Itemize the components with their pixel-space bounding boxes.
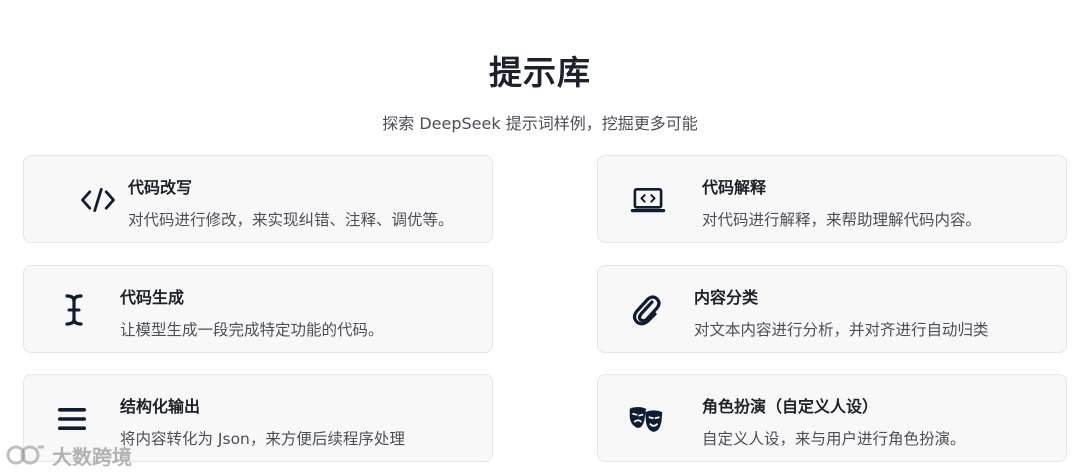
menu-lines-icon [54, 401, 90, 437]
prompt-card-code-generate[interactable]: 代码生成 让模型生成一段完成特定功能的代码。 [23, 265, 493, 353]
card-description: 对代码进行解释，来帮助理解代码内容。 [702, 211, 982, 229]
prompt-card-role-play[interactable]: 角色扮演（自定义人设） 自定义人设，来与用户进行角色扮演。 [597, 374, 1067, 462]
watermark: 大数跨境 [6, 440, 132, 470]
card-description: 对文本内容进行分析，并对齐进行自动归类 [694, 321, 989, 339]
watermark-text: 大数跨境 [52, 444, 132, 469]
code-icon [80, 182, 116, 218]
card-title: 结构化输出 [120, 397, 201, 416]
card-description: 对代码进行修改，来实现纠错、注释、调优等。 [128, 211, 454, 229]
card-title: 内容分类 [694, 288, 759, 307]
card-title: 角色扮演（自定义人设） [702, 397, 879, 416]
card-title: 代码生成 [120, 288, 185, 307]
card-description: 将内容转化为 Json，来方便后续程序处理 [120, 430, 405, 448]
card-description: 自定义人设，来与用户进行角色扮演。 [702, 430, 966, 448]
laptop-code-icon [630, 182, 666, 218]
card-description: 让模型生成一段完成特定功能的代码。 [120, 321, 384, 339]
text-cursor-icon [56, 292, 92, 328]
card-title: 代码改写 [128, 178, 193, 197]
prompt-card-code-explain[interactable]: 代码解释 对代码进行解释，来帮助理解代码内容。 [597, 155, 1067, 243]
page-title: 提示库 [489, 53, 591, 92]
card-title: 代码解释 [702, 178, 767, 197]
page-subtitle: 探索 DeepSeek 提示词样例，挖掘更多可能 [382, 114, 698, 133]
prompt-library-page: 提示库 探索 DeepSeek 提示词样例，挖掘更多可能 代码改写 对代码进行修… [0, 0, 1080, 475]
prompt-card-code-rewrite[interactable]: 代码改写 对代码进行修改，来实现纠错、注释、调优等。 [23, 155, 493, 243]
paperclip-icon [628, 292, 664, 328]
theater-masks-icon [628, 401, 664, 437]
prompt-card-content-classify[interactable]: 内容分类 对文本内容进行分析，并对齐进行自动归类 [597, 265, 1067, 353]
watermark-logo-icon [6, 445, 44, 465]
